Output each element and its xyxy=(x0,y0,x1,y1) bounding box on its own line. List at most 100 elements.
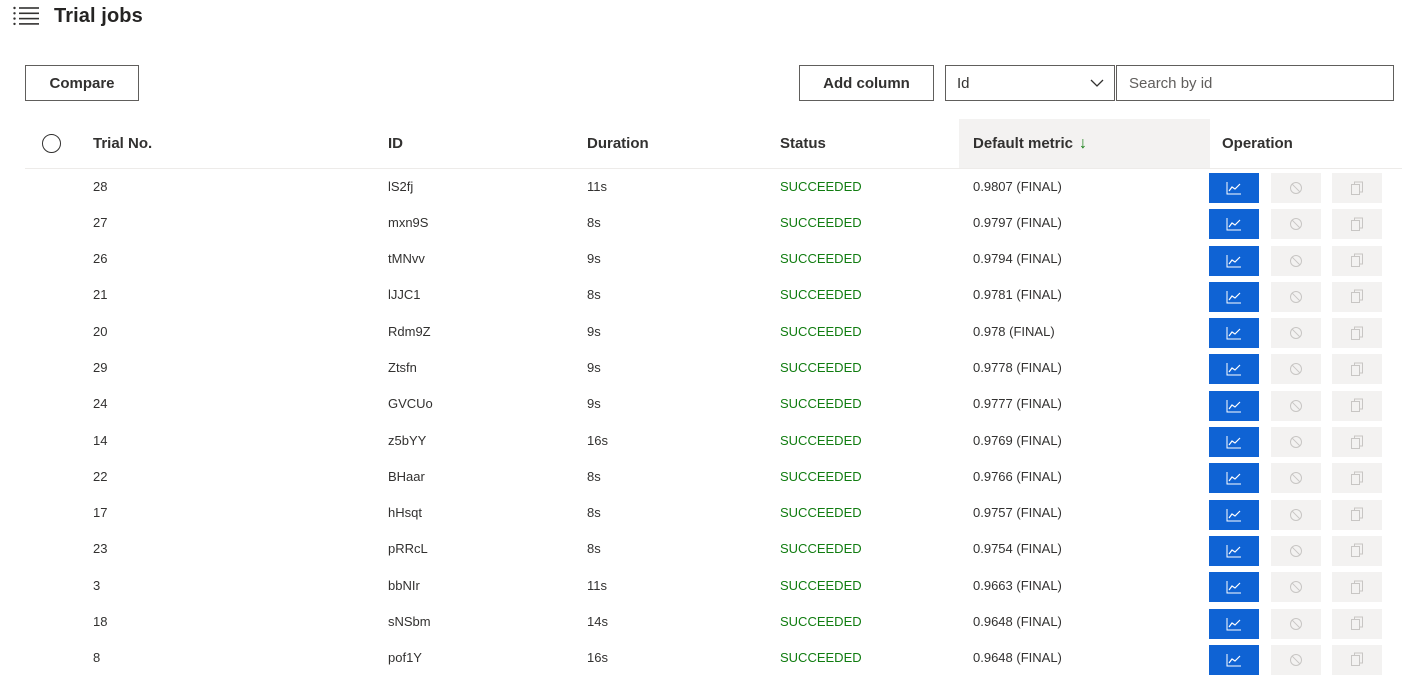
copy-trial-button[interactable] xyxy=(1332,499,1382,530)
view-trial-detail-button[interactable] xyxy=(1209,644,1259,675)
cancel-icon xyxy=(1289,544,1303,558)
duration-cell: 8s xyxy=(587,541,601,557)
trial-number-cell: 28 xyxy=(93,178,108,194)
search-input[interactable] xyxy=(1116,65,1394,101)
table-row[interactable]: 20 Rdm9Z 9s SUCCEEDED 0.978 (FINAL) xyxy=(25,313,1402,349)
copy-trial-button[interactable] xyxy=(1332,245,1382,276)
select-all-toggle[interactable] xyxy=(42,119,61,168)
kill-trial-button[interactable] xyxy=(1271,209,1321,240)
column-header-status[interactable]: Status xyxy=(780,119,826,168)
copy-trial-button[interactable] xyxy=(1332,608,1382,639)
table-row[interactable]: 29 Ztsfn 9s SUCCEEDED 0.9778 (FINAL) xyxy=(25,349,1402,385)
status-cell: SUCCEEDED xyxy=(780,505,862,521)
copy-trial-button[interactable] xyxy=(1332,572,1382,603)
table-row[interactable]: 8 pof1Y 16s SUCCEEDED 0.9648 (FINAL) xyxy=(25,640,1402,676)
copy-trial-button[interactable] xyxy=(1332,354,1382,385)
select-all-radio[interactable] xyxy=(42,134,61,153)
column-header-operation: Operation xyxy=(1222,135,1293,152)
cancel-icon xyxy=(1289,508,1303,522)
copy-icon xyxy=(1350,217,1364,232)
trial-number-cell: 18 xyxy=(93,614,108,630)
view-trial-detail-button[interactable] xyxy=(1209,354,1259,385)
table-row[interactable]: 24 GVCUo 9s SUCCEEDED 0.9777 (FINAL) xyxy=(25,386,1402,422)
table-row[interactable]: 28 lS2fj 11s SUCCEEDED 0.9807 (FINAL) xyxy=(25,168,1402,204)
compare-button[interactable]: Compare xyxy=(25,65,139,101)
chart-line-icon xyxy=(1226,544,1242,558)
status-cell: SUCCEEDED xyxy=(780,359,862,375)
view-trial-detail-button[interactable] xyxy=(1209,463,1259,494)
trial-id-cell: BHaar xyxy=(388,468,425,484)
trial-id-cell: pRRcL xyxy=(388,541,428,557)
trial-number-cell: 20 xyxy=(93,323,108,339)
copy-trial-button[interactable] xyxy=(1332,281,1382,312)
table-row[interactable]: 26 tMNvv 9s SUCCEEDED 0.9794 (FINAL) xyxy=(25,241,1402,277)
kill-trial-button[interactable] xyxy=(1271,608,1321,639)
table-row[interactable]: 17 hHsqt 8s SUCCEEDED 0.9757 (FINAL) xyxy=(25,495,1402,531)
trial-id-cell: pof1Y xyxy=(388,650,422,666)
kill-trial-button[interactable] xyxy=(1271,535,1321,566)
duration-cell: 11s xyxy=(587,577,607,593)
copy-icon xyxy=(1350,398,1364,413)
status-cell: SUCCEEDED xyxy=(780,396,862,412)
kill-trial-button[interactable] xyxy=(1271,318,1321,349)
column-header-default-metric[interactable]: Default metric ↓ xyxy=(959,119,1210,168)
copy-icon xyxy=(1350,507,1364,522)
table-row[interactable]: 14 z5bYY 16s SUCCEEDED 0.9769 (FINAL) xyxy=(25,422,1402,458)
status-cell: SUCCEEDED xyxy=(780,650,862,666)
kill-trial-button[interactable] xyxy=(1271,427,1321,458)
view-trial-detail-button[interactable] xyxy=(1209,281,1259,312)
copy-trial-button[interactable] xyxy=(1332,644,1382,675)
copy-trial-button[interactable] xyxy=(1332,318,1382,349)
default-metric-cell: 0.9797 (FINAL) xyxy=(973,214,1062,230)
table-row[interactable]: 18 sNSbm 14s SUCCEEDED 0.9648 (FINAL) xyxy=(25,604,1402,640)
copy-icon xyxy=(1350,253,1364,268)
default-metric-cell: 0.9663 (FINAL) xyxy=(973,577,1062,593)
kill-trial-button[interactable] xyxy=(1271,463,1321,494)
status-cell: SUCCEEDED xyxy=(780,614,862,630)
column-header-trial-no[interactable]: Trial No. xyxy=(93,119,152,168)
duration-cell: 9s xyxy=(587,323,601,339)
chart-line-icon xyxy=(1226,181,1242,195)
status-cell: SUCCEEDED xyxy=(780,214,862,230)
table-row[interactable]: 3 bbNIr 11s SUCCEEDED 0.9663 (FINAL) xyxy=(25,567,1402,603)
trial-number-cell: 22 xyxy=(93,468,108,484)
copy-trial-button[interactable] xyxy=(1332,390,1382,421)
column-header-id[interactable]: ID xyxy=(388,119,403,168)
table-row[interactable]: 23 pRRcL 8s SUCCEEDED 0.9754 (FINAL) xyxy=(25,531,1402,567)
copy-trial-button[interactable] xyxy=(1332,463,1382,494)
table-row[interactable]: 22 BHaar 8s SUCCEEDED 0.9766 (FINAL) xyxy=(25,458,1402,494)
copy-trial-button[interactable] xyxy=(1332,173,1382,203)
kill-trial-button[interactable] xyxy=(1271,390,1321,421)
view-trial-detail-button[interactable] xyxy=(1209,209,1259,240)
trial-number-cell: 26 xyxy=(93,251,108,267)
add-column-button[interactable]: Add column xyxy=(799,65,934,101)
view-trial-detail-button[interactable] xyxy=(1209,173,1259,203)
kill-trial-button[interactable] xyxy=(1271,245,1321,276)
table-row[interactable]: 27 mxn9S 8s SUCCEEDED 0.9797 (FINAL) xyxy=(25,204,1402,240)
copy-icon xyxy=(1350,435,1364,450)
copy-trial-button[interactable] xyxy=(1332,427,1382,458)
view-trial-detail-button[interactable] xyxy=(1209,572,1259,603)
column-header-duration[interactable]: Duration xyxy=(587,119,649,168)
search-field-dropdown[interactable]: Id xyxy=(945,65,1115,101)
view-trial-detail-button[interactable] xyxy=(1209,608,1259,639)
view-trial-detail-button[interactable] xyxy=(1209,535,1259,566)
kill-trial-button[interactable] xyxy=(1271,354,1321,385)
copy-trial-button[interactable] xyxy=(1332,209,1382,240)
chart-line-icon xyxy=(1226,290,1242,304)
kill-trial-button[interactable] xyxy=(1271,499,1321,530)
kill-trial-button[interactable] xyxy=(1271,572,1321,603)
kill-trial-button[interactable] xyxy=(1271,173,1321,203)
view-trial-detail-button[interactable] xyxy=(1209,390,1259,421)
view-trial-detail-button[interactable] xyxy=(1209,499,1259,530)
status-cell: SUCCEEDED xyxy=(780,468,862,484)
trial-number-cell: 17 xyxy=(93,505,108,521)
view-trial-detail-button[interactable] xyxy=(1209,427,1259,458)
default-metric-cell: 0.9766 (FINAL) xyxy=(973,468,1062,484)
kill-trial-button[interactable] xyxy=(1271,644,1321,675)
copy-trial-button[interactable] xyxy=(1332,535,1382,566)
table-row[interactable]: 21 lJJC1 8s SUCCEEDED 0.9781 (FINAL) xyxy=(25,277,1402,313)
view-trial-detail-button[interactable] xyxy=(1209,245,1259,276)
view-trial-detail-button[interactable] xyxy=(1209,318,1259,349)
kill-trial-button[interactable] xyxy=(1271,281,1321,312)
